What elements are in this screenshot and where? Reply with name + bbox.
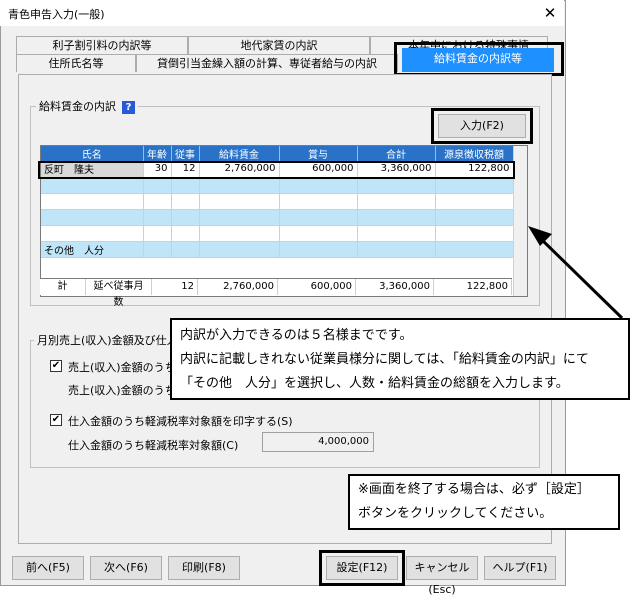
callout-main-line1: 内訳が入力できるのは５名様までです。 [180, 328, 413, 343]
help-button[interactable]: ヘルプ(F1) [484, 556, 556, 580]
next-button[interactable]: 次へ(F6) [90, 556, 162, 580]
callout-bottom-line2: ボタンをクリックしてください。 [358, 506, 553, 521]
settings-button-highlight [319, 550, 405, 586]
cancel-button[interactable]: キャンセル(Esc) [406, 556, 478, 596]
callout-main-line2: 内訳に記載しきれない従業員様分に関しては、「給料賃金の内訳」にて [180, 352, 589, 367]
print-button[interactable]: 印刷(F8) [168, 556, 240, 580]
callout-main-line3: 「その他 人分」を選択し、人数・給料賃金の総額を入力します。 [180, 376, 569, 391]
callout-bottom: ※画面を終了する場合は、必ず［設定］ ボタンをクリックしてください。 [348, 474, 620, 530]
callout-main: 内訳が入力できるのは５名様までです。 内訳に記載しきれない従業員様分に関しては、… [170, 318, 630, 400]
prev-button[interactable]: 前へ(F5) [12, 556, 84, 580]
callout-bottom-line1: ※画面を終了する場合は、必ず［設定］ [358, 482, 590, 497]
